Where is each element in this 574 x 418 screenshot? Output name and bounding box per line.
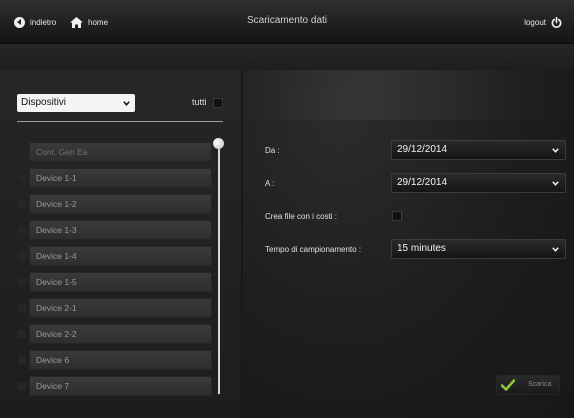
sampling-time-label: Tempo di campionamento : (265, 245, 362, 254)
scrollbar-thumb[interactable] (213, 138, 224, 149)
chevron-down-icon (552, 181, 559, 186)
select-all-checkbox[interactable] (213, 98, 223, 108)
device-filter-select[interactable]: Dispositivi (17, 94, 135, 112)
device-item[interactable]: Device 1-2 (29, 194, 212, 214)
checkmark-icon (501, 379, 515, 391)
device-checkbox[interactable] (17, 199, 27, 209)
chevron-down-icon (123, 101, 130, 106)
to-date-value: 29/12/2014 (397, 177, 448, 188)
from-date-select[interactable]: 29/12/2014 (391, 140, 566, 160)
device-checkbox[interactable] (17, 355, 27, 365)
device-item[interactable]: Device 2-2 (29, 324, 212, 344)
device-checkbox[interactable] (17, 225, 27, 235)
sub-toolbar (0, 44, 574, 70)
to-date-select[interactable]: 29/12/2014 (391, 173, 566, 193)
device-checkbox[interactable] (17, 251, 27, 261)
costs-file-checkbox[interactable] (392, 211, 402, 221)
from-date-label: Da : (265, 146, 280, 155)
chevron-down-icon (552, 148, 559, 153)
device-checkbox[interactable] (17, 329, 27, 339)
select-all-label: tutti (192, 97, 207, 107)
list-item: Cont. Gen Ea (17, 142, 213, 162)
sampling-time-select[interactable]: 15 minutes (391, 239, 566, 259)
sampling-time-value: 15 minutes (397, 243, 446, 254)
logout-button[interactable]: logout (524, 15, 562, 29)
device-checkbox[interactable] (17, 277, 27, 287)
list-item: Device 1-3 (17, 220, 213, 240)
device-item[interactable]: Device 1-4 (29, 246, 212, 266)
list-item: Device 6 (17, 350, 213, 370)
device-item[interactable]: Device 2-1 (29, 298, 212, 318)
power-icon (551, 16, 562, 28)
scrollbar-track[interactable] (218, 148, 220, 394)
list-item: Device 1-2 (17, 194, 213, 214)
costs-file-label: Crea file con i costi : (265, 212, 338, 221)
device-checkbox[interactable] (17, 147, 27, 157)
list-item: Device 1-1 (17, 168, 213, 188)
list-item: Device 1-4 (17, 246, 213, 266)
to-date-label: A : (265, 179, 275, 188)
download-label: Scarica (528, 381, 552, 388)
list-item: Device 1-5 (17, 272, 213, 292)
download-button[interactable]: Scarica (496, 375, 560, 395)
top-bar: indietro home Scaricamento dati logout (0, 0, 574, 44)
device-filter-value: Dispositivi (21, 97, 67, 108)
device-item[interactable]: Device 7 (29, 376, 212, 396)
list-item: Device 2-2 (17, 324, 213, 344)
device-item[interactable]: Device 6 (29, 350, 212, 370)
chevron-down-icon (552, 247, 559, 252)
list-item: Device 7 (17, 376, 213, 396)
divider (17, 121, 223, 122)
device-item[interactable]: Device 1-1 (29, 168, 212, 188)
device-checkbox[interactable] (17, 303, 27, 313)
device-checkbox[interactable] (17, 381, 27, 391)
device-checkbox[interactable] (17, 173, 27, 183)
device-item[interactable]: Device 1-3 (29, 220, 212, 240)
page-title: Scaricamento dati (246, 15, 328, 26)
list-item: Device 2-1 (17, 298, 213, 318)
device-item[interactable]: Device 1-5 (29, 272, 212, 292)
logout-label: logout (524, 17, 546, 27)
device-item[interactable]: Cont. Gen Ea (29, 142, 212, 162)
from-date-value: 29/12/2014 (397, 144, 448, 155)
